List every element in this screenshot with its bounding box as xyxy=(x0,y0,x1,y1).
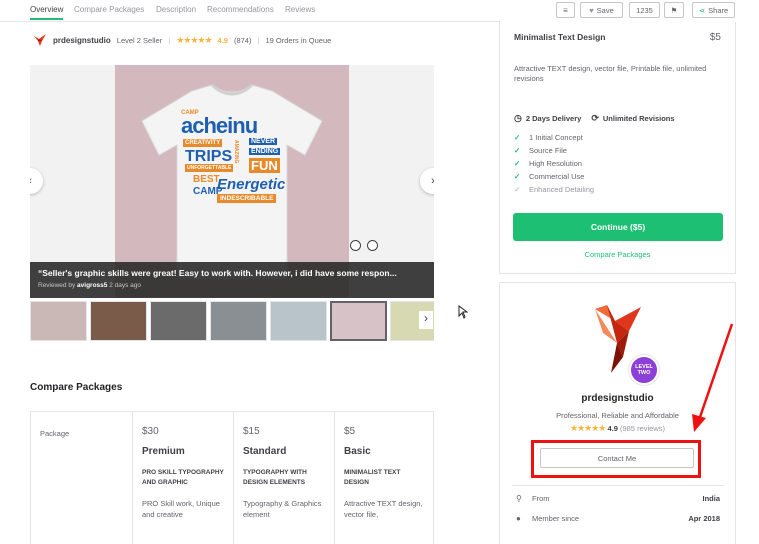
share-button[interactable]: ⋖ Share xyxy=(692,2,735,18)
menu-button[interactable]: ≡ xyxy=(556,2,575,18)
package-premium: $30 Premium PRO SKILL TYPOGRAPHY AND GRA… xyxy=(132,412,233,544)
package-card: Minimalist Text Design $5 Attractive TEX… xyxy=(499,22,736,274)
annotation-arrow-icon xyxy=(692,323,734,432)
thumbnail[interactable] xyxy=(150,301,207,341)
star-rating-icon: ★★★★★ xyxy=(570,423,606,433)
gig-page: Overview Compare Packages Description Re… xyxy=(0,0,759,544)
thumbnail[interactable] xyxy=(210,301,267,341)
feature-item: ✓ High Resolution xyxy=(514,159,582,168)
feature-item: ✓ 1 Initial Concept xyxy=(514,133,583,142)
seller-name[interactable]: prdesignstudio xyxy=(53,36,111,45)
thumbnail-selected[interactable] xyxy=(330,301,387,341)
seller-level: Level 2 Seller xyxy=(116,35,163,45)
package-row-label: Package xyxy=(40,429,70,438)
check-icon: ✓ xyxy=(514,185,521,194)
seller-overview: prdesignstudio Level 2 Seller | ★★★★★ 4.… xyxy=(33,33,331,47)
pager-dot[interactable] xyxy=(350,240,361,251)
compare-packages-link[interactable]: Compare Packages xyxy=(500,250,735,259)
seller-member-row: ● Member since Apr 2018 xyxy=(516,513,720,523)
delivery-time: 2 Days Delivery xyxy=(525,114,582,123)
package-price: $5 xyxy=(709,32,721,43)
flag-icon: ⚑ xyxy=(670,5,678,15)
tab-reviews[interactable]: Reviews xyxy=(285,5,315,14)
thumbnail[interactable] xyxy=(30,301,87,341)
gallery-prev-button[interactable]: ‹ xyxy=(30,168,43,194)
share-icon: ⋖ xyxy=(698,5,706,15)
thumbnails-next-icon[interactable]: › xyxy=(419,311,433,329)
list-icon: ≡ xyxy=(563,5,568,15)
seller-logo-icon[interactable] xyxy=(33,33,47,47)
compare-packages-title: Compare Packages xyxy=(30,382,123,393)
check-icon: ✓ xyxy=(514,172,521,181)
check-icon: ✓ xyxy=(514,133,521,142)
orders-in-queue: 19 Orders in Queue xyxy=(265,35,332,45)
save-button[interactable]: ♥ Save xyxy=(580,2,623,18)
clock-icon: ◷ xyxy=(514,113,522,123)
chevron-left-icon: ‹ xyxy=(30,175,32,187)
package-standard: $15 Standard TYPOGRAPHY WITH DESIGN ELEM… xyxy=(233,412,334,544)
tab-overview[interactable]: Overview xyxy=(30,5,64,20)
review-count[interactable]: (874) xyxy=(234,36,252,45)
star-rating-icon: ★★★★★ xyxy=(176,34,212,45)
compare-label-column: Package xyxy=(31,412,132,544)
check-icon: ✓ xyxy=(514,146,521,155)
gallery-thumbnails xyxy=(30,301,434,341)
feature-item: ✓ Source File xyxy=(514,146,567,155)
gallery-pager xyxy=(350,240,378,251)
report-button[interactable]: ⚑ xyxy=(664,2,684,18)
save-count: 1235 xyxy=(629,2,660,18)
package-meta: ◷ 2 Days Delivery ⟳ Unlimited Revisions xyxy=(514,113,675,124)
check-icon: ✓ xyxy=(514,159,521,168)
save-label: Save xyxy=(596,5,614,15)
share-label: Share xyxy=(708,5,729,15)
feature-item: ✓ Commercial Use xyxy=(514,172,585,181)
heart-icon: ♥ xyxy=(589,5,594,15)
thumbnail[interactable] xyxy=(90,301,147,341)
compare-packages-table: Package $30 Premium PRO SKILL TYPOGRAPHY… xyxy=(30,411,434,544)
tab-description[interactable]: Description xyxy=(156,5,196,14)
mouse-cursor-icon xyxy=(458,305,468,319)
level-two-badge: LEVEL TWO xyxy=(629,355,659,385)
seller-rating: 4.9 xyxy=(217,35,228,45)
tab-recommendations[interactable]: Recommendations xyxy=(207,5,274,14)
continue-button[interactable]: Continue ($5) xyxy=(513,213,723,241)
pager-dot[interactable] xyxy=(367,240,378,251)
package-features: ✓ 1 Initial Concept ✓ Source File ✓ High Re… xyxy=(514,131,594,196)
package-title: Minimalist Text Design xyxy=(514,32,606,42)
refresh-icon: ⟳ xyxy=(591,113,599,123)
review-quote-overlay: “Seller's graphic skills were great! Eas… xyxy=(30,262,434,298)
contact-me-button[interactable]: Contact Me xyxy=(540,448,694,468)
package-basic: $5 Basic MINIMALIST TEXT DESIGN Attracti… xyxy=(334,412,435,544)
gallery-next-button[interactable]: › xyxy=(420,168,434,194)
review-quote: “Seller's graphic skills were great! Eas… xyxy=(38,268,397,278)
tshirt-design: CAMP acheinu CREATIVITY NEVER ENDING TRI… xyxy=(181,110,286,203)
gig-nav-bar: Overview Compare Packages Description Re… xyxy=(0,0,500,22)
seller-from-row: ⚲ From India xyxy=(516,493,720,503)
chevron-right-icon: › xyxy=(431,175,434,187)
gig-actions: ≡ ♥ Save 1235 ⚑ ⋖ Share xyxy=(556,2,746,20)
thumbnail[interactable] xyxy=(270,301,327,341)
location-pin-icon: ⚲ xyxy=(516,493,522,503)
review-byline: Reviewed by avigross5 2 days ago xyxy=(38,282,142,289)
tab-compare-packages[interactable]: Compare Packages xyxy=(74,5,144,14)
revisions: Unlimited Revisions xyxy=(602,114,675,123)
user-icon: ● xyxy=(516,513,521,523)
package-description: Attractive TEXT design, vector file, Pri… xyxy=(514,64,707,83)
feature-item-excluded: ✓ Enhanced Detailing xyxy=(514,185,595,194)
reviewer-name[interactable]: avigross5 xyxy=(77,282,107,289)
